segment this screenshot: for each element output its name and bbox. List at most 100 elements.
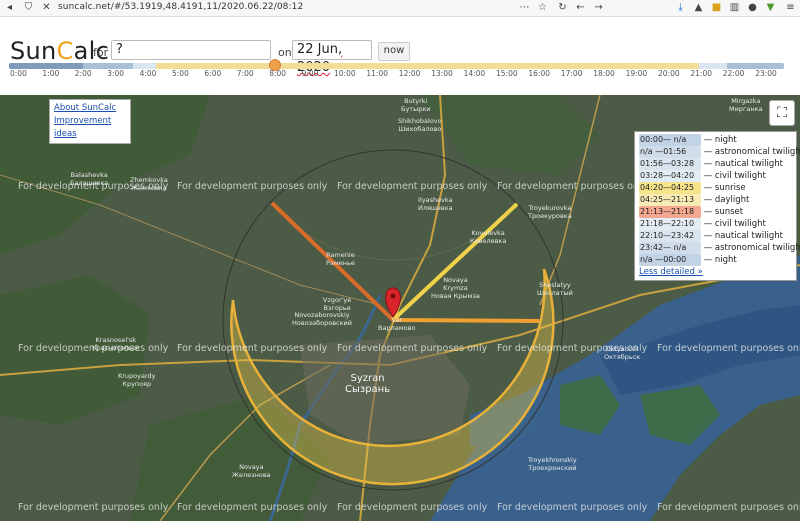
legend-desc: — sunrise — [701, 183, 746, 193]
sidebar-icon[interactable]: ▥ — [728, 1, 741, 14]
legend-time: 23:42— n/a — [639, 242, 701, 254]
hour-tick: 16:00 — [528, 69, 551, 78]
hour-tick: 15:00 — [496, 69, 518, 78]
legend-row: n/a —00:00 — night — [639, 254, 792, 266]
watermark: For development purposes only — [657, 502, 800, 513]
legend-desc: — sunset — [701, 207, 744, 217]
menu-icon[interactable]: ≡ — [784, 1, 797, 14]
hour-tick: 4:00 — [139, 69, 157, 78]
hour-tick: 11:00 — [366, 69, 389, 78]
about-suncalc-link[interactable]: About SunCalc — [54, 102, 126, 115]
back-arrow-icon[interactable]: ← — [574, 1, 587, 14]
address-bar[interactable]: suncalc.net/#/53.1919,48.4191,11/2020.06… — [58, 2, 303, 12]
legend-time: n/a —00:00 — [639, 254, 701, 266]
hour-tick: 1:00 — [42, 69, 60, 78]
fullscreen-icon[interactable]: ⛶ — [769, 100, 795, 126]
back-arrow-icon[interactable]: ◂ — [3, 1, 16, 14]
map-label: Ramenie Раменье — [326, 251, 355, 267]
watermark: For development purposes only — [18, 502, 169, 513]
legend-row: 04:25—21:13 — daylight — [639, 194, 792, 206]
hour-tick: 18:00 — [593, 69, 615, 78]
map-label: Var Варламово — [378, 316, 416, 332]
legend-desc: — nautical twilight — [701, 159, 784, 169]
legend-desc: — daylight — [701, 195, 750, 205]
for-label: for — [93, 46, 109, 59]
map-label: Shikhobalovo Шихобалово — [398, 117, 442, 133]
hour-tick: 6:00 — [204, 69, 222, 78]
tracking-off-icon[interactable]: ✕ — [40, 1, 53, 14]
watermark: For development purposes only — [657, 343, 800, 354]
legend-time: 04:25—21:13 — [639, 194, 701, 206]
hour-tick: 17:00 — [560, 69, 583, 78]
legend-desc: — nautical twilight — [701, 231, 784, 241]
watermark: For development purposes only — [337, 181, 488, 192]
addon-icon[interactable]: ▼ — [764, 1, 777, 14]
legend-desc: — night — [701, 135, 737, 145]
reload-icon[interactable]: ↻ — [556, 1, 569, 14]
map-label: Troyekurovka Троекуровка — [528, 204, 572, 220]
more-dots-icon[interactable]: ⋯ — [518, 1, 531, 14]
map-label: Kovelevka Ковелевка — [470, 229, 507, 245]
legend-desc: — astronomical twilight — [701, 243, 800, 253]
legend-row: 21:18—22:10 — civil twilight — [639, 218, 792, 230]
hour-tick: 7:00 — [236, 69, 254, 78]
app-header: SunCalc for ? on 22 Jun, 2020 now 0:001:… — [0, 17, 800, 95]
legend-time: 03:28—04:20 — [639, 170, 701, 182]
hour-tick: 13:00 — [431, 69, 453, 78]
hour-tick: 20:00 — [658, 69, 680, 78]
date-input[interactable]: 22 Jun, 2020 — [292, 40, 372, 75]
legend-row: 04:20—04:25 — sunrise — [639, 182, 792, 194]
forward-arrow-icon[interactable]: → — [592, 1, 605, 14]
on-label: on — [278, 46, 292, 59]
legend-time: 22:10—23:42 — [639, 230, 701, 242]
legend-row: 01:56—03:28 — nautical twilight — [639, 158, 792, 170]
watermark: For development purposes only — [497, 181, 648, 192]
hour-tick: 0:00 — [10, 69, 27, 78]
hour-tick: 10:00 — [334, 69, 356, 78]
hour-tick: 22:00 — [722, 69, 745, 78]
legend-row: 03:28—04:20 — civil twilight — [639, 170, 792, 182]
map-label: Krupoyardy Крупояр — [118, 372, 156, 388]
legend-desc: — night — [701, 255, 737, 265]
hour-tick: 21:00 — [690, 69, 713, 78]
legend-row: 22:10—23:42 — nautical twilight — [639, 230, 792, 242]
improvement-ideas-link[interactable]: Improvement ideas — [54, 115, 126, 141]
timeline-civil — [133, 63, 157, 69]
timeline-night — [9, 63, 83, 69]
map-label: Butyrki Бутырки — [401, 97, 431, 113]
timeline-evening-civil — [698, 63, 727, 69]
legend-row: 23:42— n/a — astronomical twilight — [639, 242, 800, 254]
map-label: Novaya Krymza Новая Крымза — [431, 276, 480, 300]
watermark: For development purposes only — [497, 502, 648, 513]
legend-time: 01:56—03:28 — [639, 158, 701, 170]
day-timeline[interactable] — [9, 63, 784, 69]
hour-tick: 23:00 — [755, 69, 777, 78]
watermark: For development purposes only — [177, 343, 328, 354]
shield-icon[interactable]: ⛉ — [22, 1, 35, 14]
place-input[interactable]: ? — [111, 40, 271, 60]
extension-icon[interactable]: ▲ — [692, 1, 705, 14]
legend-desc: — civil twilight — [701, 171, 766, 181]
map-label: Ilyashevka Иляшевка — [418, 196, 453, 212]
watermark: For development purposes only — [177, 502, 328, 513]
now-button[interactable]: now — [378, 42, 410, 61]
info-links-box: About SunCalc Improvement ideas — [49, 99, 131, 144]
legend-time: 21:13—21:18 — [639, 206, 701, 218]
star-icon[interactable]: ☆ — [536, 1, 549, 14]
map-label: Vzgor'ye Взгорье — [323, 296, 352, 312]
watermark: For development purposes only — [18, 343, 169, 354]
hour-tick: 14:00 — [463, 69, 486, 78]
timeline-evening-nautical — [726, 63, 784, 69]
account-icon[interactable]: ● — [746, 1, 759, 14]
hour-tick: 19:00 — [625, 69, 648, 78]
bookmark-icon[interactable]: ■ — [710, 1, 723, 14]
hour-tick: 3:00 — [107, 69, 125, 78]
timeline-day — [156, 63, 699, 69]
time-slider-handle[interactable] — [269, 59, 281, 71]
hour-ticks: 0:00 1:00 2:00 3:00 4:00 5:00 6:00 7:00 8:00 9:00… — [0, 69, 800, 81]
watermark: For development purposes only — [337, 343, 488, 354]
map-label: Novaya Железнова — [232, 463, 271, 479]
less-detailed-link[interactable]: Less detailed » — [639, 266, 792, 278]
browser-toolbar: ◂ ⛉ ✕ suncalc.net/#/53.1919,48.4191,11/2… — [0, 0, 800, 17]
download-icon[interactable]: ⤓ — [674, 1, 687, 14]
